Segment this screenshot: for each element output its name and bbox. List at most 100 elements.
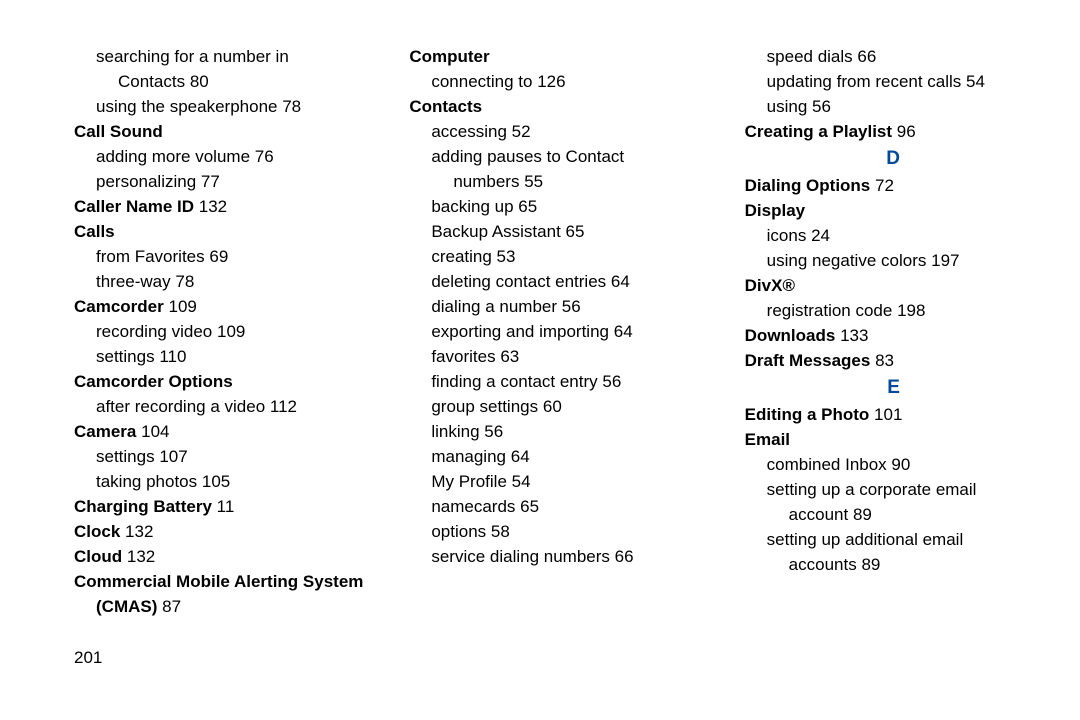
index-subentry: speed dials 66: [745, 44, 1040, 69]
entry-text: My Profile: [431, 472, 507, 491]
index-entry: Downloads 133: [745, 323, 1040, 348]
index-subentry: namecards 65: [409, 494, 704, 519]
entry-page: 58: [491, 522, 510, 541]
columns: searching for a number inContacts 80usin…: [74, 44, 1040, 619]
entry-page: 65: [520, 497, 539, 516]
index-subentry: creating 53: [409, 244, 704, 269]
index-entry: Calls: [74, 219, 369, 244]
entry-text: settings: [96, 447, 155, 466]
index-entry: Camcorder Options: [74, 369, 369, 394]
entry-page: 63: [500, 347, 519, 366]
index-subentry: using negative colors 197: [745, 248, 1040, 273]
index-subentry: options 58: [409, 519, 704, 544]
index-subentry: connecting to 126: [409, 69, 704, 94]
entry-page: 109: [169, 297, 197, 316]
index-subentry: linking 56: [409, 419, 704, 444]
entry-text: favorites: [431, 347, 495, 366]
index-subentry: using 56: [745, 94, 1040, 119]
entry-page: 80: [190, 72, 209, 91]
index-entry: DivX®: [745, 273, 1040, 298]
entry-page: 89: [861, 555, 880, 574]
entry-text: from Favorites: [96, 247, 205, 266]
index-entry: Contacts: [409, 94, 704, 119]
entry-text: personalizing: [96, 172, 196, 191]
entry-text: Computer: [409, 47, 489, 66]
index-column-3: speed dials 66 updating from recent calls…: [745, 44, 1040, 619]
index-subentry: from Favorites 69: [74, 244, 369, 269]
entry-text: Camera: [74, 422, 136, 441]
index-subentry: accounts 89: [745, 552, 1040, 577]
entry-text: Downloads: [745, 326, 836, 345]
entry-page: 56: [562, 297, 581, 316]
index-entry: Cloud 132: [74, 544, 369, 569]
index-subentry: favorites 63: [409, 344, 704, 369]
entry-page: 60: [543, 397, 562, 416]
index-entry: Creating a Playlist 96: [745, 119, 1040, 144]
index-subentry: using the speakerphone 78: [74, 94, 369, 119]
entry-text: Contacts: [409, 97, 482, 116]
entry-page: 52: [512, 122, 531, 141]
index-entry: Display: [745, 198, 1040, 223]
entry-page: 56: [812, 97, 831, 116]
entry-text: Caller Name ID: [74, 197, 194, 216]
index-subentry: adding pauses to Contact: [409, 144, 704, 169]
entry-text: DivX®: [745, 276, 795, 295]
index-entry: Caller Name ID 132: [74, 194, 369, 219]
entry-page: 104: [141, 422, 169, 441]
index-subentry: deleting contact entries 64: [409, 269, 704, 294]
entry-text: creating: [431, 247, 491, 266]
index-page: searching for a number inContacts 80usin…: [0, 0, 1080, 720]
entry-page: 76: [255, 147, 274, 166]
index-subentry: personalizing 77: [74, 169, 369, 194]
entry-page: 96: [897, 122, 916, 141]
index-subentry: account 89: [745, 502, 1040, 527]
entry-page: 64: [611, 272, 630, 291]
index-subentry: My Profile 54: [409, 469, 704, 494]
entry-page: 66: [615, 547, 634, 566]
entry-text: accounts: [789, 555, 857, 574]
entry-text: numbers: [453, 172, 519, 191]
entry-text: adding more volume: [96, 147, 250, 166]
entry-page: 83: [875, 351, 894, 370]
entry-text: three-way: [96, 272, 171, 291]
entry-page: 64: [614, 322, 633, 341]
entry-text: Display: [745, 201, 805, 220]
entry-text: service dialing numbers: [431, 547, 610, 566]
entry-text: Calls: [74, 222, 115, 241]
entry-text: speed dials: [767, 47, 853, 66]
entry-page: 87: [162, 597, 181, 616]
index-subentry: Backup Assistant 65: [409, 219, 704, 244]
entry-page: 54: [966, 72, 985, 91]
entry-text: Clock: [74, 522, 120, 541]
index-subentry: accessing 52: [409, 119, 704, 144]
entry-text: Call Sound: [74, 122, 163, 141]
entry-page: 56: [484, 422, 503, 441]
index-subentry: after recording a video 112: [74, 394, 369, 419]
entry-text: account: [789, 505, 849, 524]
index-subentry: Contacts 80: [74, 69, 369, 94]
entry-text: dialing a number: [431, 297, 557, 316]
index-entry: Call Sound: [74, 119, 369, 144]
index-subentry: numbers 55: [409, 169, 704, 194]
entry-page: 53: [497, 247, 516, 266]
section-header: D: [745, 146, 1040, 171]
entry-page: 65: [518, 197, 537, 216]
index-subentry: service dialing numbers 66: [409, 544, 704, 569]
index-subentry: adding more volume 76: [74, 144, 369, 169]
entry-text: updating from recent calls: [767, 72, 962, 91]
entry-text: linking: [431, 422, 479, 441]
index-entry: Camcorder 109: [74, 294, 369, 319]
entry-text: registration code: [767, 301, 893, 320]
entry-text: group settings: [431, 397, 538, 416]
entry-page: 77: [201, 172, 220, 191]
entry-page: 24: [811, 226, 830, 245]
entry-page: 54: [512, 472, 531, 491]
entry-text: Charging Battery: [74, 497, 212, 516]
entry-text: connecting to: [431, 72, 532, 91]
entry-page: 107: [159, 447, 187, 466]
index-entry: Editing a Photo 101: [745, 402, 1040, 427]
entry-page: 132: [125, 522, 153, 541]
entry-text: Email: [745, 430, 790, 449]
index-entry: Clock 132: [74, 519, 369, 544]
index-subentry: group settings 60: [409, 394, 704, 419]
